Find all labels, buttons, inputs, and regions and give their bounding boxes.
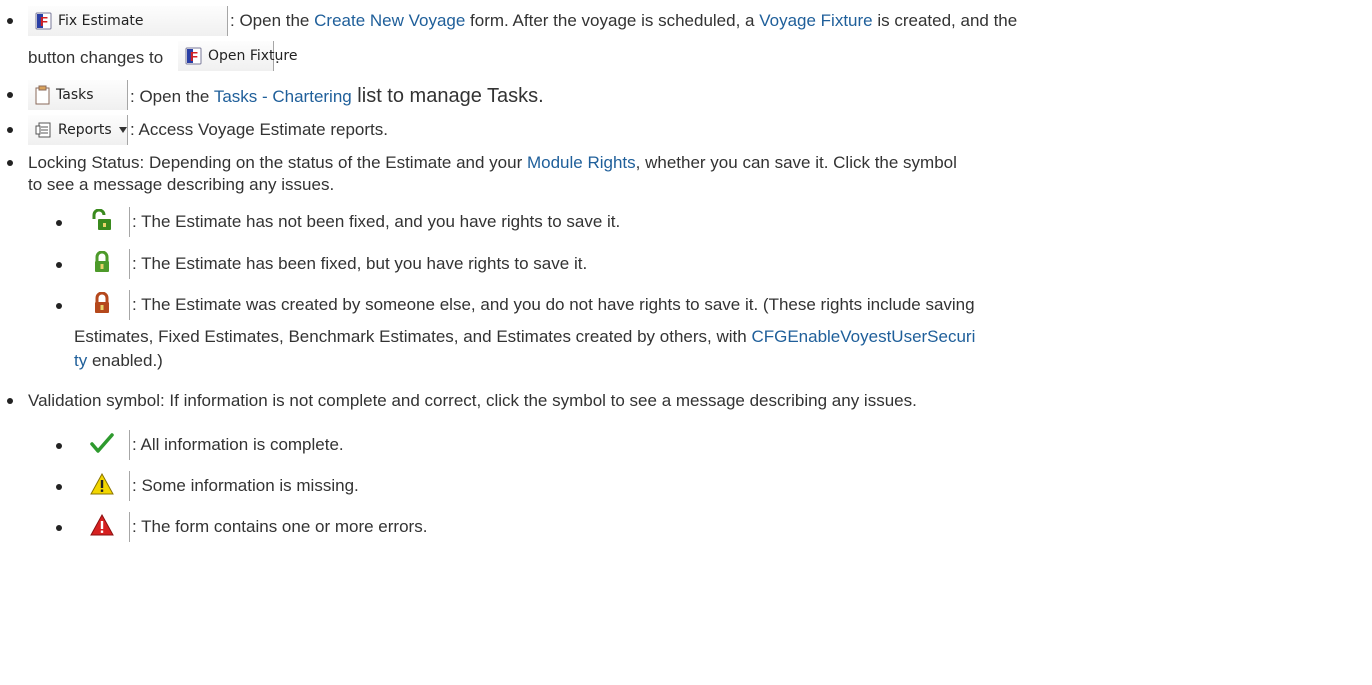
tasks-chartering-link[interactable]: Tasks - Chartering [214, 87, 352, 106]
text: form. After the voyage is scheduled, a [465, 11, 760, 30]
module-rights-link[interactable]: Module Rights [527, 153, 636, 172]
fix-estimate-button[interactable]: F Fix Estimate [28, 6, 228, 36]
bullet [56, 443, 62, 449]
bullet [56, 220, 62, 226]
fix-estimate-label: Fix Estimate [58, 13, 144, 29]
clipboard-icon [35, 85, 51, 105]
reports-description: : Access Voyage Estimate reports. [130, 120, 388, 139]
checkmark-button[interactable] [74, 430, 130, 460]
text: Locking Status: Depending on the status … [28, 153, 527, 172]
svg-text:F: F [190, 49, 198, 64]
bullet [7, 398, 13, 404]
tasks-description: : Open the Tasks - Chartering list to ma… [130, 85, 544, 108]
bullet [56, 262, 62, 268]
open-fixture-button[interactable]: F Open Fixture [178, 41, 297, 71]
text: , whether you can save it. Click the sym… [635, 153, 957, 172]
text: : Open the [230, 11, 315, 30]
warning-description: : Some information is missing. [132, 476, 359, 495]
tasks-label: Tasks [56, 87, 94, 103]
cfg-enable-voyest-user-security-link[interactable]: CFGEnableVoyestUserSecuri [751, 327, 975, 346]
create-new-voyage-link[interactable]: Create New Voyage [314, 11, 465, 30]
reports-label: Reports [58, 122, 112, 138]
voyage-fixture-link[interactable]: Voyage Fixture [759, 11, 872, 30]
fix-estimate-icon: F [35, 12, 53, 30]
bullet [7, 18, 13, 24]
text: is created, and the [872, 11, 1018, 30]
validation-description: Validation symbol: If information is not… [28, 391, 917, 410]
text: : Open the [130, 87, 214, 106]
period-text: . [275, 48, 280, 67]
lock-open-description: : The Estimate has not been fixed, and y… [132, 212, 621, 231]
open-fixture-icon: F [185, 47, 203, 65]
bullet [56, 484, 62, 490]
error-description: : The form contains one or more errors. [132, 517, 428, 536]
lock-locked-description-2: Estimates, Fixed Estimates, Benchmark Es… [74, 327, 975, 347]
checkmark-description: : All information is complete. [132, 435, 344, 454]
reports-button[interactable]: Reports [28, 115, 128, 145]
lock-open-button[interactable] [74, 207, 130, 237]
lock-locked-description-3: ty enabled.) [74, 351, 163, 371]
lock-fixed-description: : The Estimate has been fixed, but you h… [132, 254, 588, 273]
fix-estimate-description: : Open the Create New Voyage form. After… [230, 11, 1017, 31]
bullet [7, 127, 13, 133]
lock-locked-description: : The Estimate was created by someone el… [132, 295, 975, 314]
error-button[interactable] [74, 512, 130, 542]
reports-icon [35, 121, 53, 139]
lock-open-icon [91, 208, 113, 236]
open-fixture-label: Open Fixture [208, 48, 298, 64]
lock-locked-icon [92, 291, 112, 319]
bullet [56, 303, 62, 309]
error-icon [89, 513, 114, 541]
svg-text:F: F [40, 14, 48, 29]
warning-icon [89, 472, 114, 500]
dropdown-arrow-icon [118, 122, 128, 138]
lock-locked-button[interactable] [74, 290, 130, 320]
locking-status-description-2: to see a message describing any issues. [28, 175, 335, 194]
lock-fixed-icon [92, 250, 112, 278]
bullet [56, 525, 62, 531]
cfg-enable-voyest-user-security-link-cont[interactable]: ty [74, 351, 87, 370]
tasks-button[interactable]: Tasks [28, 80, 128, 110]
warning-button[interactable] [74, 471, 130, 501]
text: list to manage Tasks. [351, 85, 544, 107]
text: Estimates, Fixed Estimates, Benchmark Es… [74, 327, 752, 346]
checkmark-icon [89, 432, 114, 459]
bullet [7, 92, 13, 98]
text: enabled.) [87, 351, 163, 370]
bullet [7, 160, 13, 166]
button-changes-text: button changes to [28, 48, 164, 67]
locking-status-description: Locking Status: Depending on the status … [28, 153, 957, 173]
lock-fixed-button[interactable] [74, 249, 130, 279]
